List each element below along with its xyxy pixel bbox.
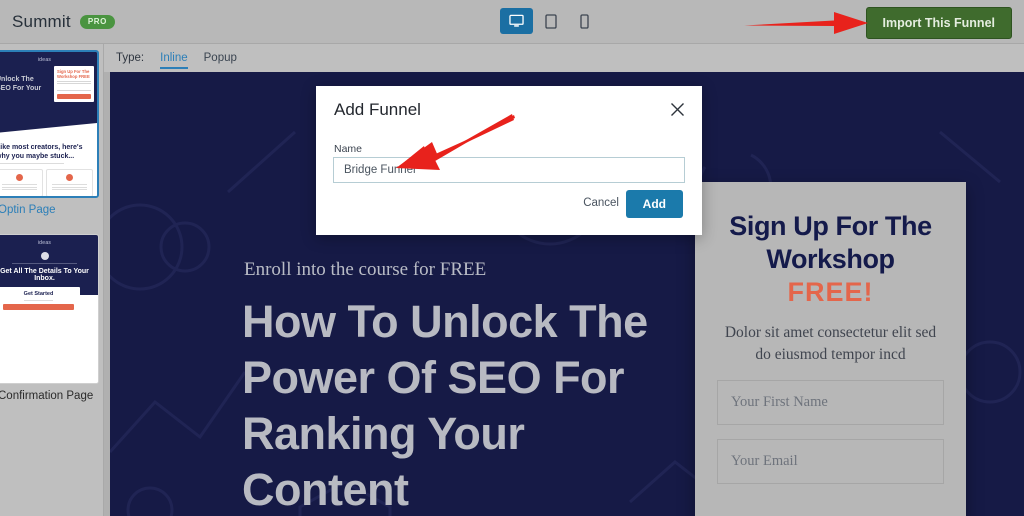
import-this-funnel-button[interactable]: Import This Funnel [865,7,1012,39]
thumb-hero: ideas Unlock The SEO For Your Sign Up Fo… [0,52,97,139]
thumb-form-title: Sign Up For The Workshop FREE [57,69,91,79]
top-bar: Summit PRO Import This Funnel [0,0,1024,44]
hero-kicker: Enroll into the course for FREE [244,259,487,280]
confirmation-page-thumbnail[interactable]: ideas Get All The Details To Your Inbox.… [0,234,99,384]
cancel-button[interactable]: Cancel [583,197,619,209]
thumb-form-input [57,87,91,92]
sidebar-page-label-optin: Optin Page [0,204,56,216]
optin-first-name-field[interactable]: Your First Name [717,380,944,425]
name-field-label: Name [334,143,363,155]
check-icon [40,252,49,260]
thumb-subheadline: Like most creators, here's why you maybe… [0,144,83,160]
optin-page-thumbnail[interactable]: ideas Unlock The SEO For Your Sign Up Fo… [0,50,99,198]
optin-heading: Sign Up For The Workshop [729,211,932,274]
tab-popup[interactable]: Popup [204,52,237,69]
optin-heading-accent: FREE! [787,277,874,307]
thumb2-card-cta [3,303,74,310]
add-funnel-modal: Add Funnel Name Bridge Funnel Cancel Add [316,86,702,235]
thumb2-card-title: Get Started [23,291,54,297]
close-icon[interactable] [666,98,688,120]
thumb2-logo: ideas [37,240,52,246]
add-button[interactable]: Add [625,190,683,218]
optin-form-card: Sign Up For The Workshop FREE! Dolor sit… [695,182,966,516]
thumb-optin-form: Sign Up For The Workshop FREE [54,66,94,103]
thumb-form-title-accent: FREE [78,74,90,79]
optin-subtext: Dolor sit amet consectetur elit sed do e… [724,324,937,363]
app-title: Summit [12,11,71,31]
desktop-icon [509,14,524,27]
mobile-icon [580,13,589,29]
mobile-preview-button[interactable] [568,8,601,34]
thumb2-card: Get Started [0,287,80,314]
funnel-name-input[interactable]: Bridge Funnel [333,157,685,183]
pro-badge: PRO [79,14,115,29]
thumb-body: Like most creators, here's why you maybe… [0,138,97,196]
close-glyph [670,102,684,116]
pages-sidebar[interactable]: ideas Unlock The SEO For Your Sign Up Fo… [0,44,104,516]
thumb-headline: Unlock The SEO For Your [0,76,42,92]
desktop-preview-button[interactable] [500,8,533,34]
optin-email-field[interactable]: Your Email [717,439,944,484]
tablet-icon [544,13,557,29]
sidebar-page-confirmation[interactable]: ideas Get All The Details To Your Inbox.… [0,234,99,414]
thumb-form-lines [57,81,91,85]
thumb-logo: ideas [37,57,52,63]
tab-inline[interactable]: Inline [160,52,188,69]
thumb-wave-divider [0,123,97,139]
thumb-feature-cards [0,169,93,196]
thumb-form-cta [57,94,91,100]
funnel-builder-app: Summit PRO Import This Funnel ideas nloc… [0,0,1024,516]
sidebar-page-label-confirmation: Confirmation Page [0,390,94,402]
thumb2-headline: Get All The Details To Your Inbox. [0,268,89,282]
device-preview-toggle [500,8,601,34]
modal-title: Add Funnel [334,100,421,119]
sidebar-page-optin[interactable]: ideas Unlock The SEO For Your Sign Up Fo… [0,50,99,228]
tablet-preview-button[interactable] [534,8,567,34]
type-label: Type: [116,52,145,64]
thumb2-hero: ideas Get All The Details To Your Inbox. [0,235,98,295]
preview-toolbar: Type: Inline Popup [104,44,1024,72]
hero-headline: How To Unlock The Power Of SEO For Ranki… [242,296,648,515]
brand: Summit PRO [0,12,115,32]
